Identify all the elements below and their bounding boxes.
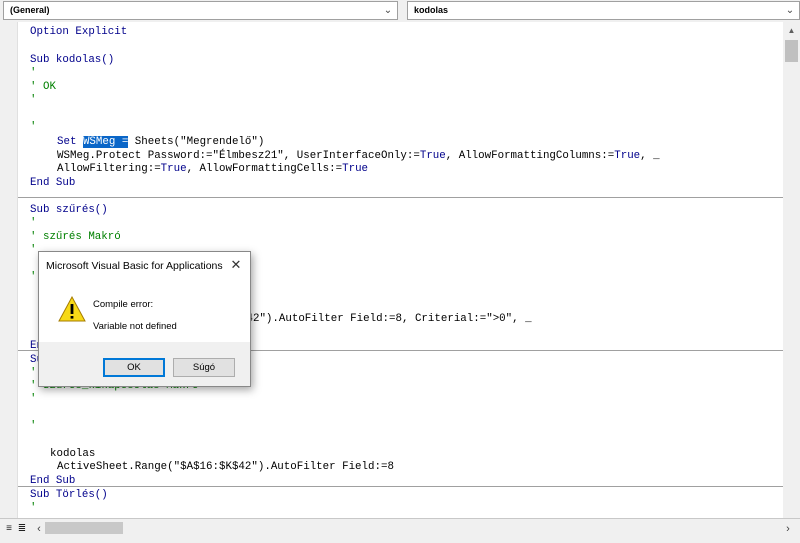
- scroll-left-icon[interactable]: ‹: [32, 521, 46, 537]
- chevron-down-icon[interactable]: ⌄: [781, 2, 799, 19]
- dialog-titlebar: Microsoft Visual Basic for Applications …: [39, 252, 250, 280]
- code-line: Sub kodolas(): [30, 54, 114, 67]
- scroll-right-icon[interactable]: ›: [781, 521, 795, 537]
- comment-line: ': [30, 271, 37, 283]
- scroll-up-icon[interactable]: ▲: [783, 22, 800, 39]
- comment-line: ': [30, 502, 37, 514]
- help-button[interactable]: Súgó: [173, 358, 235, 377]
- chevron-down-icon[interactable]: ⌄: [379, 2, 397, 19]
- procedure-combo-value: kodolas: [414, 5, 449, 15]
- bottom-bar: ≡ ≣ ‹ ›: [0, 518, 800, 543]
- procedure-separator: [18, 486, 784, 487]
- keyword: Set: [57, 136, 77, 148]
- margin-indicator-bar[interactable]: [0, 22, 18, 518]
- ok-button[interactable]: OK: [103, 358, 165, 377]
- comment-line: ': [30, 217, 37, 229]
- sub-declaration: Sub szűrés(): [30, 204, 108, 216]
- comment-line: ' OK: [30, 81, 56, 93]
- comment-line: ' szűrés Makró: [30, 231, 121, 243]
- procedure-separator: [18, 197, 784, 198]
- code-line: kodolas: [50, 448, 96, 460]
- keyword: True: [419, 150, 446, 162]
- object-combo[interactable]: (General) ⌄: [3, 1, 398, 20]
- keyword: Option Explicit: [30, 26, 128, 38]
- code-line: Option Explicit: [30, 26, 127, 39]
- selected-text[interactable]: WSMeg =: [82, 136, 129, 148]
- code-text: , AllowFormattingColumns:=: [445, 150, 615, 162]
- end-sub-line: End Sub: [30, 177, 76, 189]
- code-text: AllowFiltering:=: [57, 163, 161, 175]
- horizontal-scroll-thumb[interactable]: [45, 522, 123, 534]
- compile-error-dialog: Microsoft Visual Basic for Applications …: [38, 251, 251, 387]
- code-text: WSMeg.Protect Password:="Élmbesz21", Use…: [57, 150, 420, 162]
- warning-icon: [58, 296, 86, 322]
- code-line: Set WSMeg = Sheets("Megrendelő"): [57, 136, 264, 149]
- vertical-scroll-thumb[interactable]: [785, 40, 798, 62]
- code-line: ActiveSheet.Range("$A$16:$K$42").AutoFil…: [57, 461, 394, 473]
- code-line: WSMeg.Protect Password:="Élmbesz21", Use…: [57, 150, 660, 163]
- code-text: , _: [640, 150, 660, 162]
- comment-line: ': [30, 393, 37, 405]
- code-text: , AllowFormattingCells:=: [186, 163, 343, 175]
- sub-declaration: Sub Törlés(): [30, 489, 108, 501]
- procedure-view-icon[interactable]: ≡: [3, 523, 15, 535]
- code-line: $42").AutoFilter Field:=8, Criterial:=">…: [240, 313, 532, 325]
- comment-line: ': [30, 94, 37, 106]
- error-type: Compile error:: [93, 299, 154, 310]
- code-line: Sub szűrés(): [30, 204, 108, 217]
- comment-line: ': [30, 367, 37, 379]
- comment-line: ': [30, 244, 37, 256]
- comment-line: ': [30, 420, 37, 432]
- keyword: True: [614, 150, 641, 162]
- error-message: Variable not defined: [93, 321, 177, 332]
- vertical-scrollbar[interactable]: ▲: [783, 22, 800, 518]
- keyword: True: [342, 163, 369, 175]
- sub-declaration: Sub kodolas(): [30, 54, 115, 66]
- dialog-body: Compile error: Variable not defined: [39, 280, 250, 342]
- dialog-title: Microsoft Visual Basic for Applications: [46, 260, 223, 272]
- comment-line: ': [30, 121, 37, 133]
- procedure-combo[interactable]: kodolas ⌄: [407, 1, 800, 20]
- code-text: Sheets("Megrendelő"): [128, 136, 265, 148]
- object-combo-value: (General): [10, 5, 50, 15]
- code-line: Sub Törlés(): [30, 489, 108, 502]
- comment-line: ': [30, 67, 37, 79]
- keyword: True: [160, 163, 187, 175]
- close-icon[interactable]: ✕: [228, 257, 244, 273]
- code-line: AllowFiltering:=True, AllowFormattingCel…: [57, 163, 368, 176]
- module-view-icon[interactable]: ≣: [16, 523, 28, 535]
